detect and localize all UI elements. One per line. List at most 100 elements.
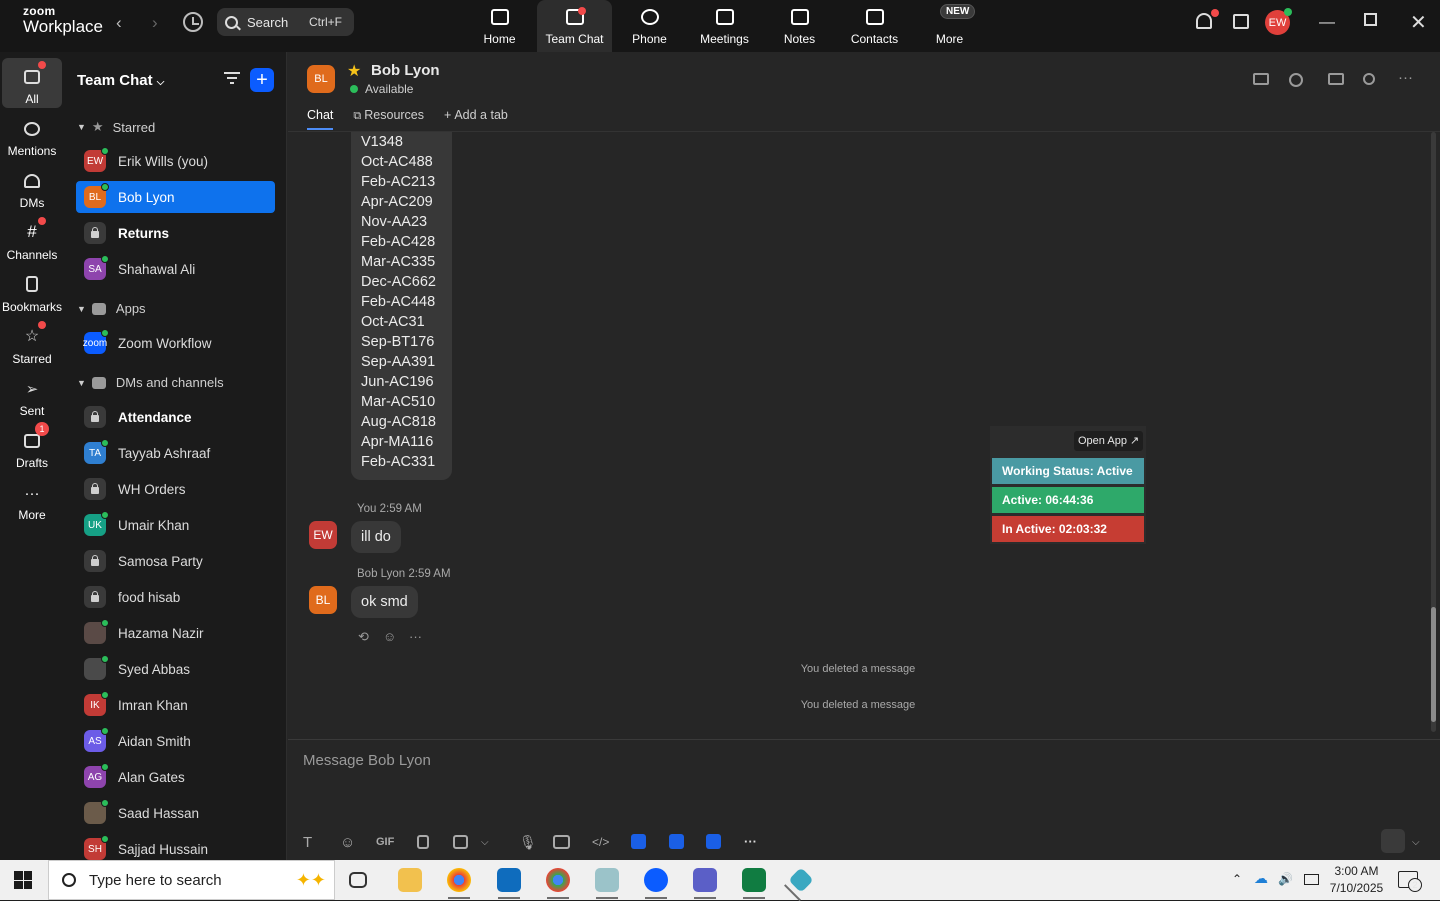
sender-avatar[interactable]: EW — [309, 521, 337, 549]
rail-dms[interactable]: DMs — [2, 162, 62, 212]
rail-starred[interactable]: ☆ Starred — [2, 318, 62, 368]
message-more-icon[interactable]: ··· — [409, 629, 422, 644]
phone-call-icon[interactable] — [1289, 73, 1303, 87]
minimize-icon[interactable]: — — [1319, 14, 1335, 32]
tab-chat[interactable]: Chat — [307, 108, 334, 130]
contact-item[interactable]: UK Umair Khan — [76, 509, 275, 541]
channel-item[interactable]: WH Orders — [76, 473, 275, 505]
nav-notes[interactable]: Notes — [762, 0, 837, 52]
contact-item[interactable]: Saad Hassan — [76, 797, 275, 829]
rail-sent[interactable]: ➢ Sent — [2, 370, 62, 420]
channel-item[interactable]: Attendance — [76, 401, 275, 433]
share-screen-icon[interactable] — [1328, 73, 1344, 85]
tab-resources[interactable]: ⧉ Resources — [353, 108, 424, 130]
section-dms-channels[interactable]: ▼ DMs and channels — [77, 375, 224, 390]
contact-name[interactable]: Bob Lyon — [371, 62, 440, 79]
nav-meetings[interactable]: Meetings — [687, 0, 762, 52]
history-icon[interactable] — [183, 12, 203, 32]
teams-icon[interactable] — [693, 868, 717, 899]
nav-home[interactable]: Home — [462, 0, 537, 52]
team-chat-dropdown[interactable]: Team Chat ⌵ — [77, 72, 164, 89]
contact-item[interactable]: AS Aidan Smith — [76, 725, 275, 757]
search-icon[interactable] — [1363, 73, 1375, 85]
tab-add[interactable]: + Add a tab — [444, 108, 508, 130]
chrome-icon[interactable] — [447, 868, 471, 899]
close-icon[interactable]: ✕ — [1410, 10, 1427, 35]
maximize-icon[interactable] — [1364, 13, 1377, 26]
microphone-icon[interactable]: 🎙 — [519, 834, 537, 851]
rail-mentions[interactable]: Mentions — [2, 110, 62, 160]
notification-center-icon[interactable]: 2 — [1398, 871, 1422, 892]
code-snippet-icon[interactable]: </> — [592, 835, 609, 849]
new-chat-button[interactable]: + — [250, 68, 274, 92]
app-icon[interactable] — [669, 834, 684, 849]
rail-channels[interactable]: # Channels — [2, 214, 62, 264]
excel-icon[interactable] — [742, 868, 766, 899]
back-arrow-icon[interactable]: ‹ — [116, 13, 122, 33]
code-list-message[interactable]: V998V1348Oct-AC488Feb-AC213Apr-AC209Nov-… — [351, 132, 452, 480]
text-format-icon[interactable]: T — [303, 834, 312, 851]
reply-icon[interactable]: ⟲ — [358, 629, 369, 645]
app-icon[interactable] — [631, 834, 646, 849]
contact-item[interactable]: TA Tayyab Ashraaf — [76, 437, 275, 469]
search-box[interactable]: Search Ctrl+F — [217, 8, 354, 36]
nav-contacts[interactable]: Contacts — [837, 0, 912, 52]
chrome-profile-icon[interactable] — [546, 868, 570, 899]
filter-icon[interactable] — [224, 72, 240, 84]
app-icon[interactable] — [788, 867, 814, 893]
contact-item[interactable]: BL Bob Lyon — [76, 181, 275, 213]
rail-all[interactable]: All — [2, 58, 62, 108]
forward-arrow-icon[interactable]: › — [152, 13, 158, 33]
open-app-button[interactable]: Open App ↗ — [1074, 431, 1144, 451]
contact-item[interactable]: Hazama Nazir — [76, 617, 275, 649]
bell-icon[interactable] — [1196, 13, 1212, 29]
channel-item[interactable]: Samosa Party — [76, 545, 275, 577]
scrollbar-thumb[interactable] — [1431, 607, 1436, 722]
contact-item[interactable]: zoom Zoom Workflow — [76, 327, 275, 359]
emoji-reaction-icon[interactable]: ☺ — [383, 629, 396, 644]
nav-team-chat[interactable]: Team Chat — [537, 0, 612, 52]
gif-button[interactable]: GIF — [376, 836, 394, 848]
file-icon[interactable] — [417, 835, 429, 849]
rail-drafts[interactable]: 1 Drafts — [2, 422, 62, 472]
message-bubble[interactable]: ok smd — [351, 586, 418, 618]
calendar-icon[interactable] — [1233, 14, 1249, 29]
section-starred[interactable]: ▼ ★ Starred — [77, 119, 155, 135]
rail-more[interactable]: ··· More — [2, 474, 62, 524]
app-icon[interactable] — [706, 834, 721, 849]
video-message-icon[interactable] — [553, 835, 570, 849]
windows-start-icon[interactable] — [14, 871, 32, 889]
onedrive-icon[interactable]: ☁ — [1254, 870, 1268, 887]
star-icon[interactable]: ★ — [347, 61, 361, 81]
channel-item[interactable]: Returns — [76, 217, 275, 249]
zoom-taskbar-icon[interactable] — [644, 868, 668, 899]
contact-item[interactable]: EW Erik Wills (you) — [76, 145, 275, 177]
message-bubble[interactable]: ill do — [351, 521, 401, 553]
volume-icon[interactable]: 🔊 — [1278, 872, 1293, 886]
screenshot-icon[interactable] — [453, 835, 468, 849]
nav-phone[interactable]: Phone — [612, 0, 687, 52]
task-view-icon[interactable] — [349, 872, 367, 888]
contact-item[interactable]: IK Imran Khan — [76, 689, 275, 721]
chevron-down-icon[interactable]: ⌵ — [1412, 837, 1420, 848]
chevron-down-icon[interactable]: ⌵ — [481, 837, 489, 848]
file-explorer-icon[interactable] — [398, 868, 422, 892]
channel-item[interactable]: food hisab — [76, 581, 275, 613]
contact-item[interactable]: Syed Abbas — [76, 653, 275, 685]
send-button[interactable] — [1381, 829, 1405, 853]
contact-item[interactable]: SA Shahawal Ali — [76, 253, 275, 285]
more-tools-icon[interactable]: ··· — [744, 834, 757, 849]
sender-avatar[interactable]: BL — [309, 586, 337, 614]
clock[interactable]: 3:00 AM 7/10/2025 — [1329, 863, 1384, 897]
emoji-icon[interactable]: ☺ — [340, 834, 355, 851]
tray-expand-icon[interactable]: ⌃ — [1232, 872, 1242, 886]
taskbar-search[interactable]: Type here to search ✦✦ — [48, 860, 335, 900]
contact-item[interactable]: AG Alan Gates — [76, 761, 275, 793]
video-call-icon[interactable] — [1253, 73, 1269, 85]
more-options-icon[interactable]: ··· — [1398, 69, 1413, 86]
outlook-icon[interactable] — [497, 868, 521, 899]
network-icon[interactable] — [1304, 874, 1319, 885]
section-apps[interactable]: ▼ Apps — [77, 301, 146, 316]
rail-bookmarks[interactable]: Bookmarks — [2, 266, 62, 316]
contact-avatar[interactable]: BL — [307, 65, 335, 93]
